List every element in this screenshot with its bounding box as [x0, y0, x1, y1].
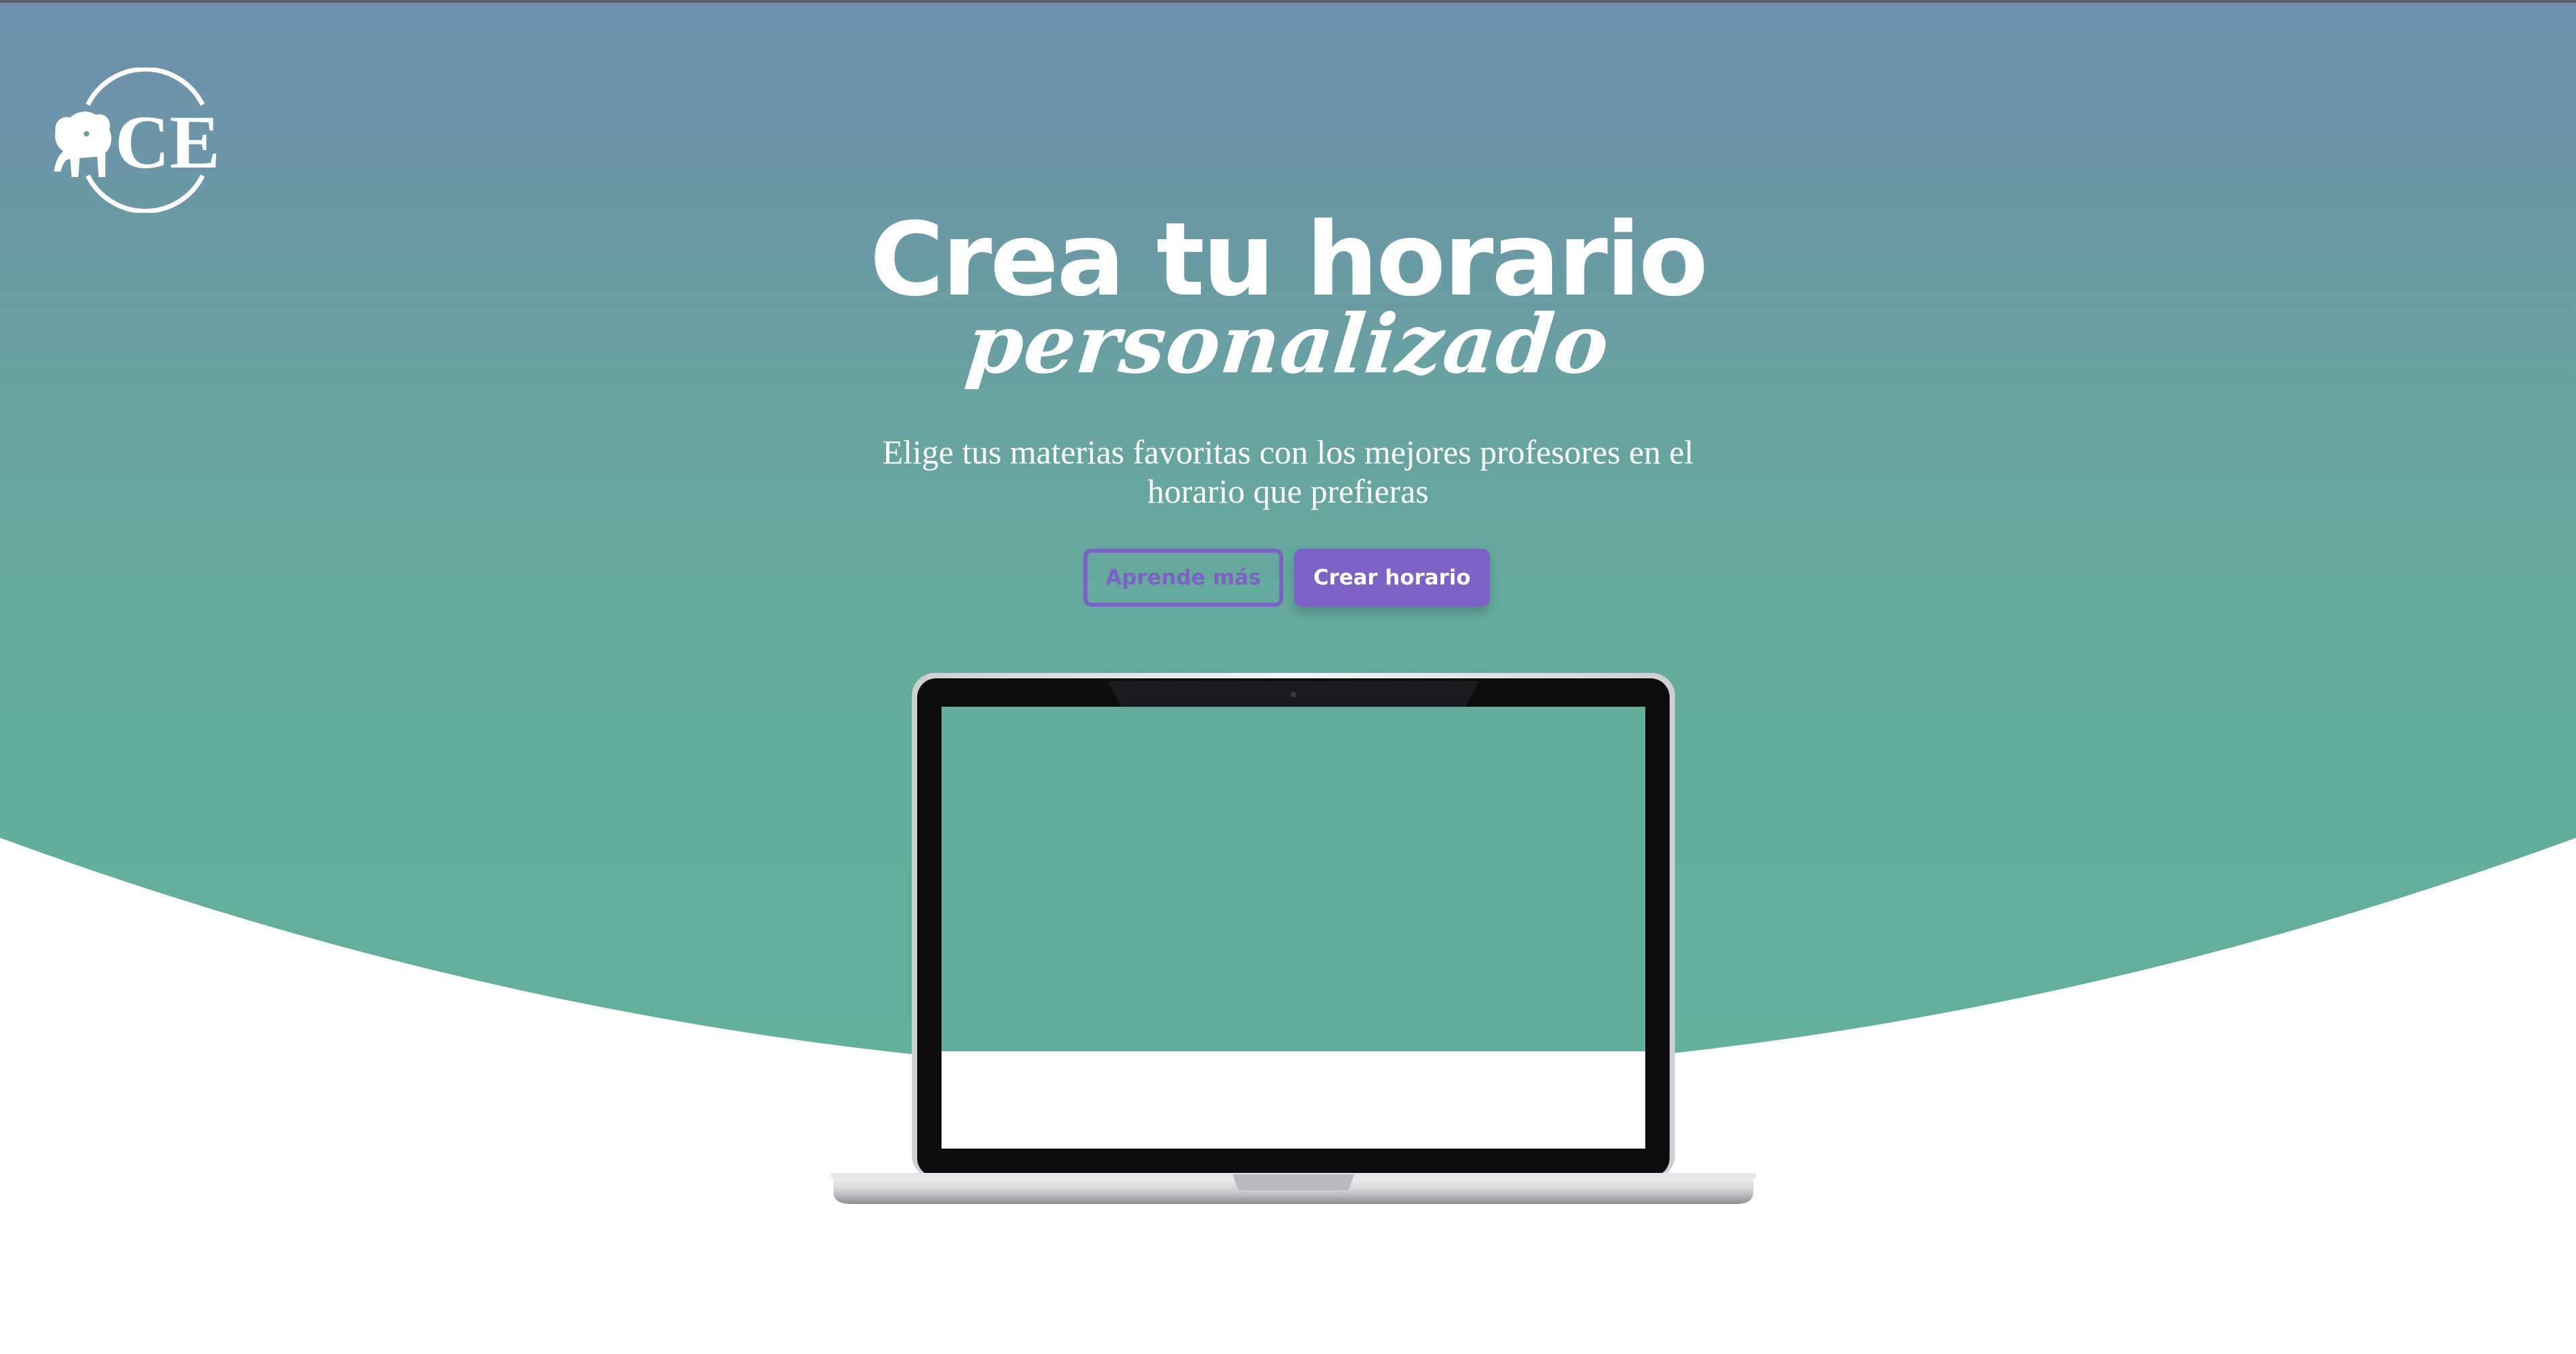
top-border	[0, 0, 2576, 3]
laptop-mockup-icon	[831, 673, 1756, 1207]
learn-more-button[interactable]: Aprende más	[1083, 549, 1283, 607]
ce-logo[interactable]: CE	[47, 68, 230, 213]
pug-dog-icon	[54, 111, 111, 177]
create-schedule-button[interactable]: Crear horario	[1294, 549, 1490, 607]
hero-script-title: personalizado	[962, 297, 1614, 392]
camera-dot	[1291, 692, 1296, 697]
ce-logo-mark: CE	[54, 68, 220, 213]
logo-text: CE	[115, 101, 220, 184]
hero-subtitle: Elige tus materias favoritas con los mej…	[882, 433, 1694, 510]
landing-page: CE Crea tu horario personalizado Elige t…	[0, 0, 2576, 1354]
